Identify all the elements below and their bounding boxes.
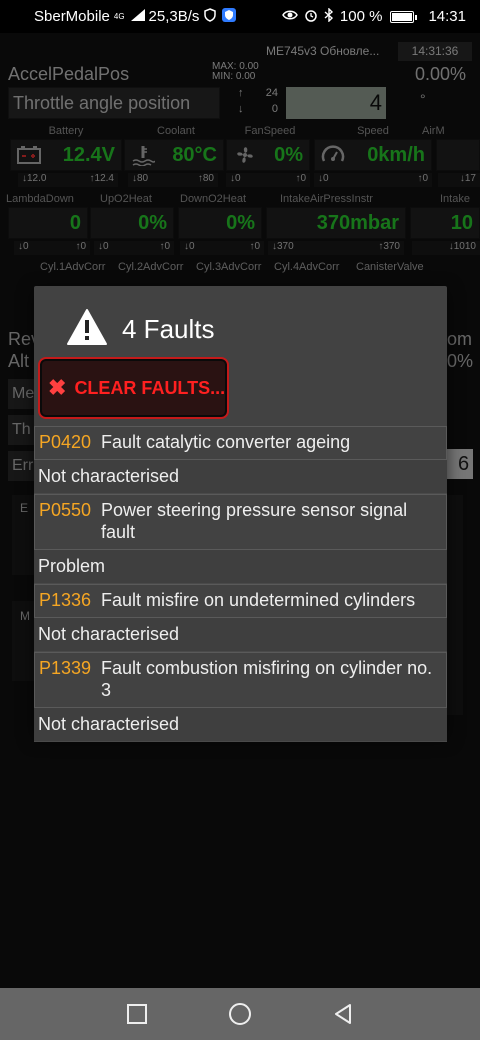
fault-code: P1336 [39, 590, 92, 610]
fault-code: P1339 [39, 658, 92, 678]
fault-list: P0420 Fault catalytic converter ageing N… [34, 426, 447, 742]
fault-status: Not characterised [34, 460, 447, 494]
back-button[interactable] [332, 1003, 354, 1025]
home-button[interactable] [228, 1002, 252, 1026]
screen: SberMobile 4G 25,3B/s 100 % 14:31 ME745v… [0, 0, 480, 1040]
battery-percent: 100 % [339, 8, 383, 25]
fault-status: Problem [34, 550, 447, 584]
shield-icon [203, 7, 217, 26]
status-bar: SberMobile 4G 25,3B/s 100 % 14:31 [0, 0, 480, 33]
fault-description: Power steering pressure sensor signal fa… [101, 500, 408, 542]
recents-button[interactable] [126, 1003, 148, 1025]
fault-code: P0420 [39, 432, 92, 452]
vpn-icon [221, 7, 237, 27]
fault-row[interactable]: P0420 Fault catalytic converter ageing [34, 426, 447, 460]
dialog-header: 4 Faults [66, 308, 215, 351]
fault-status: Not characterised [34, 618, 447, 652]
close-icon: ✖ [48, 375, 67, 400]
network-type: 4G [113, 11, 125, 21]
signal-icon [130, 8, 145, 25]
clock: 14:31 [428, 8, 466, 25]
fault-status: Not characterised [34, 708, 447, 742]
fault-description: Fault catalytic converter ageing [101, 432, 351, 452]
bluetooth-icon [324, 6, 334, 26]
fault-description: Fault combustion misfiring on cylinder n… [101, 658, 433, 700]
eye-icon [282, 8, 298, 25]
carrier-name: SberMobile [34, 8, 110, 25]
fault-description: Fault misfire on undetermined cylinders [101, 590, 416, 610]
faults-dialog: 4 Faults ✖ CLEAR FAULTS... P0420 Fault c… [34, 286, 447, 742]
fault-row[interactable]: P1339 Fault combustion misfiring on cyli… [34, 652, 447, 708]
dialog-title: 4 Faults [122, 314, 215, 344]
alarm-icon [304, 8, 318, 26]
navigation-bar [0, 988, 480, 1040]
fault-row[interactable]: P1336 Fault misfire on undetermined cyli… [34, 584, 447, 618]
network-speed: 25,3B/s [148, 8, 200, 25]
clear-faults-button[interactable]: ✖ CLEAR FAULTS... [38, 357, 229, 419]
clear-faults-label: CLEAR FAULTS... [74, 377, 226, 398]
fault-row[interactable]: P0550 Power steering pressure sensor sig… [34, 494, 447, 550]
fault-code: P0550 [39, 500, 92, 520]
warning-icon [66, 308, 108, 351]
battery-icon [390, 10, 418, 23]
